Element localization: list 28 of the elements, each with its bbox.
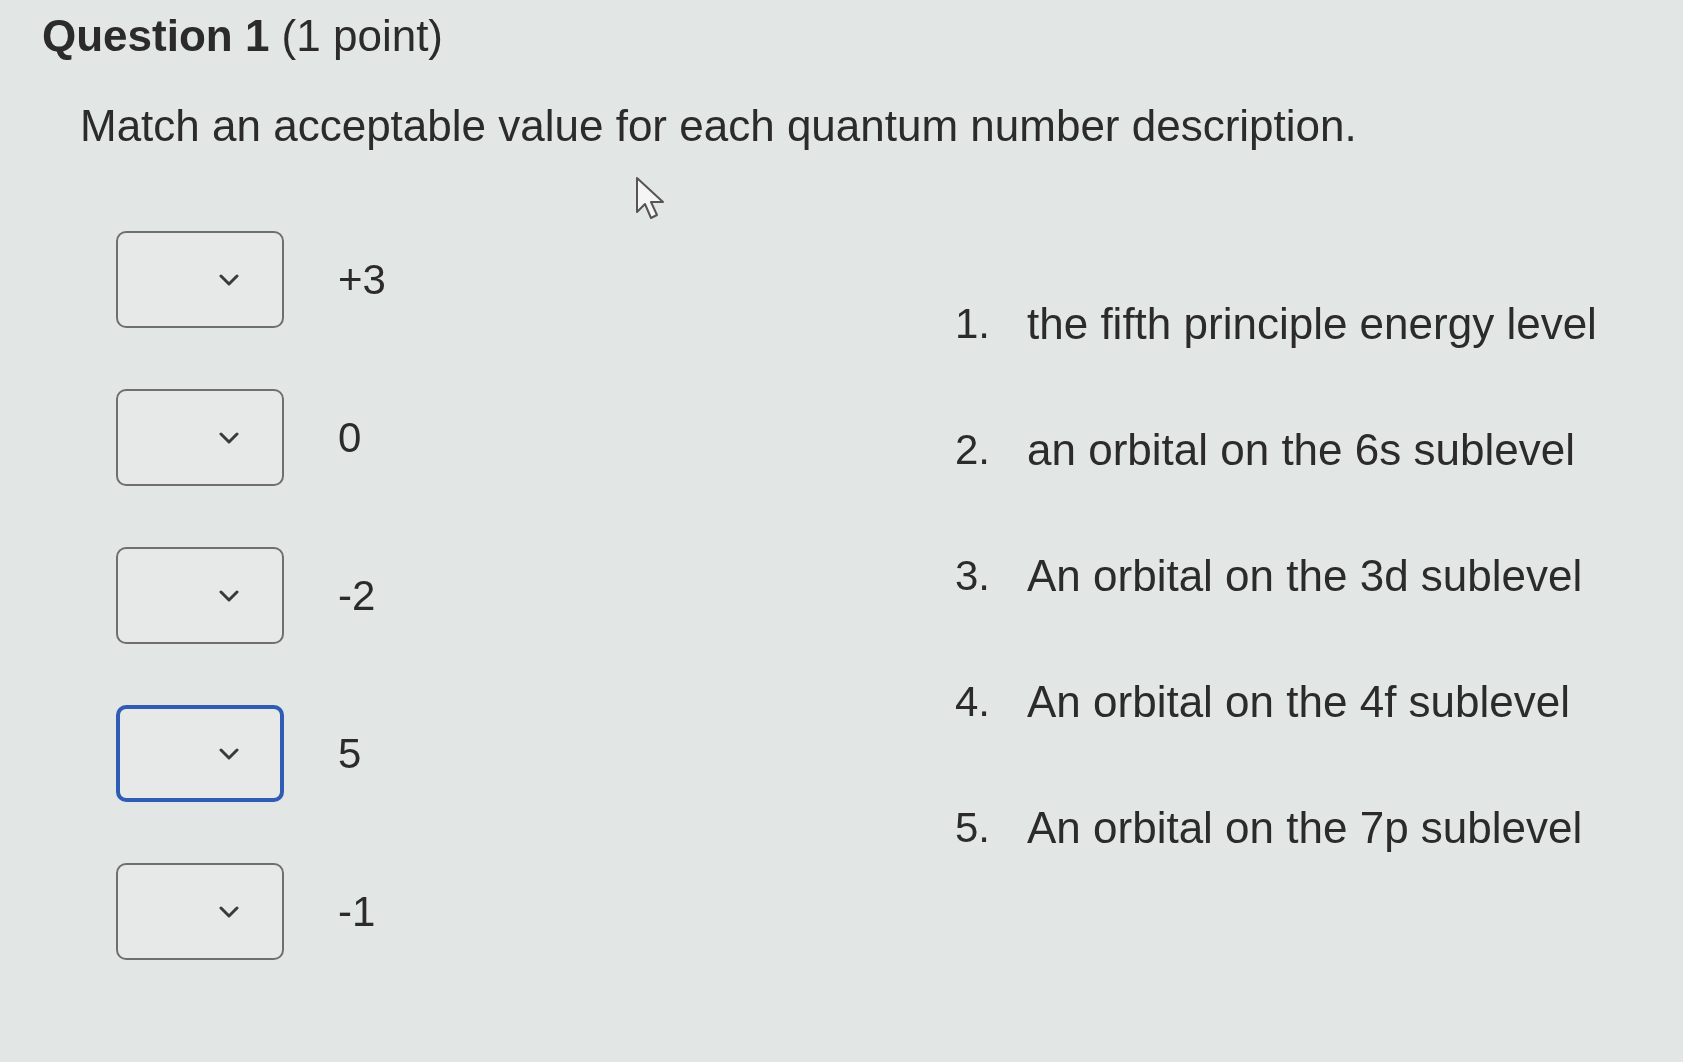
value-label: -1 [338,886,376,937]
chevron-down-icon [219,273,239,286]
value-label: +3 [338,254,386,305]
answer-dropdown[interactable] [116,547,284,644]
answer-dropdown[interactable] [116,863,284,960]
value-label: -2 [338,570,376,621]
list-number: 1. [955,299,992,349]
chevron-down-icon [219,431,239,444]
answer-dropdown[interactable] [116,389,284,486]
description-text: the fifth principle energy level [1027,298,1597,350]
description-text: An orbital on the 7p sublevel [1027,802,1583,854]
mouse-pointer-icon [635,176,665,220]
chevron-down-icon [219,747,239,760]
answer-dropdown[interactable] [116,705,284,802]
description-text: an orbital on the 6s sublevel [1027,424,1575,476]
question-prompt: Match an acceptable value for each quantum number description. [80,100,1357,152]
question-title: Question 1 (1 point) [42,10,443,62]
description-text: An orbital on the 4f sublevel [1027,676,1571,728]
list-number: 5. [955,803,992,853]
description-text: An orbital on the 3d sublevel [1027,550,1583,602]
list-number: 4. [955,677,992,727]
list-number: 3. [955,551,992,601]
value-label: 5 [338,728,362,779]
chevron-down-icon [219,905,239,918]
chevron-down-icon [219,589,239,602]
answer-dropdown[interactable] [116,231,284,328]
value-label: 0 [338,412,362,463]
list-number: 2. [955,425,992,475]
